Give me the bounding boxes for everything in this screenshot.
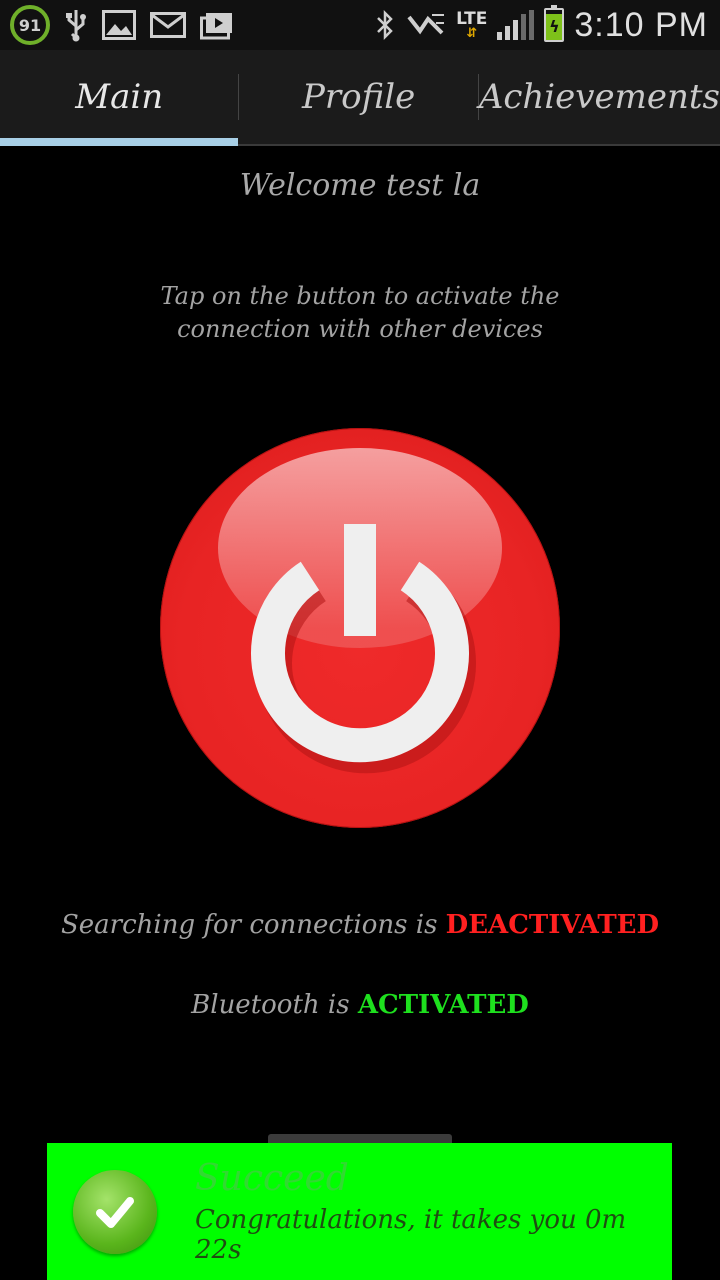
search-state: DEACTIVATED: [445, 910, 660, 940]
battery-charging-icon: ϟ: [544, 5, 565, 42]
bluetooth-state: ACTIVATED: [357, 990, 529, 1020]
tab-achievements-label: Achievements: [478, 77, 720, 117]
instructions-text: Tap on the button to activate the connec…: [160, 282, 560, 343]
bluetooth-icon: [374, 9, 396, 41]
tab-main-label: Main: [75, 77, 164, 117]
tab-main[interactable]: Main: [0, 50, 239, 146]
status-bar: 91 LTE ⇵ ϟ 3:10 PM: [0, 0, 720, 50]
welcome-text: Welcome test la: [239, 168, 481, 203]
usb-icon: [64, 8, 88, 42]
power-icon: [251, 524, 476, 774]
search-status-label: Searching for connections is: [60, 910, 446, 940]
battery-ring-icon: 91: [10, 5, 50, 45]
checkmark-icon: [73, 1169, 157, 1254]
tab-profile[interactable]: Profile: [239, 50, 477, 144]
clock: 3:10 PM: [574, 5, 708, 44]
briefcase-icon: [200, 10, 234, 40]
search-status: Searching for connections is DEACTIVATED: [0, 910, 720, 940]
bluetooth-status: Bluetooth is ACTIVATED: [0, 990, 720, 1020]
battery-percent: 91: [18, 15, 42, 35]
toast-title: Succeed: [195, 1158, 349, 1199]
signal-icon: [497, 10, 535, 40]
bluetooth-status-label: Bluetooth is: [191, 990, 358, 1020]
gallery-icon: [102, 10, 136, 40]
power-button[interactable]: [160, 428, 560, 828]
success-toast: Succeed Congratulations, it takes you 0m…: [47, 1143, 672, 1280]
email-icon: [150, 12, 186, 38]
tab-profile-label: Profile: [301, 77, 416, 117]
network-type: LTE: [456, 8, 488, 29]
lte-icon: LTE ⇵: [456, 8, 488, 41]
nfc-icon: [406, 11, 446, 39]
toast-message: Congratulations, it takes you 0m 22s: [195, 1205, 627, 1265]
tab-bar: Main Profile Achievements: [0, 50, 720, 146]
tab-achievements[interactable]: Achievements: [479, 50, 720, 144]
